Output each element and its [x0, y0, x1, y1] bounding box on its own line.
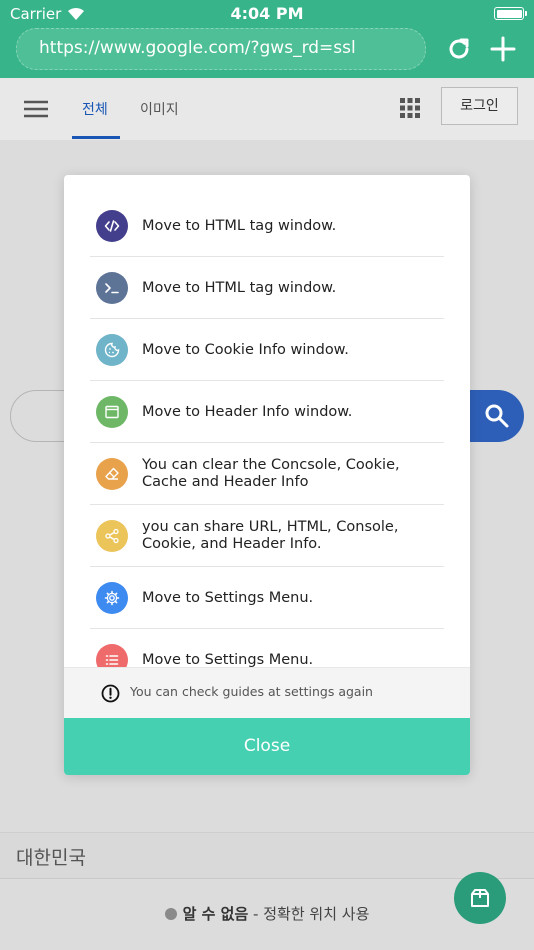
info-icon	[101, 684, 120, 703]
battery-icon	[494, 7, 527, 20]
browser-toolbar: https://www.google.com/?gws_rd=ssl	[0, 28, 534, 78]
list-icon	[96, 644, 128, 667]
tab-all[interactable]: 전체	[82, 99, 108, 119]
search-button[interactable]	[470, 390, 524, 442]
guide-item-share: you can share URL, HTML, Console, Cookie…	[90, 505, 444, 567]
window-icon	[96, 396, 128, 428]
guide-item-label: You can clear the Concsole, Cookie, Cach…	[142, 457, 400, 490]
location-dot-icon	[164, 908, 177, 920]
guide-item-label: Move to Settings Menu.	[142, 589, 314, 606]
terminal-icon	[96, 272, 128, 304]
guide-item-label: Move to Header Info window.	[142, 403, 353, 420]
eraser-icon	[96, 458, 128, 490]
use-precise-location-link[interactable]: 정확한 위치 사용	[263, 905, 369, 923]
guide-item-label: you can share URL, HTML, Console, Cookie…	[142, 519, 399, 552]
tools-fab-button[interactable]	[454, 872, 506, 924]
share-icon	[96, 520, 128, 552]
guide-dialog: Move to HTML tag window. Move to HTML ta…	[64, 175, 470, 775]
gear-icon	[96, 582, 128, 614]
reload-icon[interactable]	[446, 36, 472, 62]
guide-note: You can check guides at settings again	[64, 667, 470, 719]
guide-item-header: Move to Header Info window.	[90, 381, 444, 443]
clock: 4:04 PM	[230, 4, 304, 23]
guide-item-label: Move to Settings Menu.	[142, 651, 314, 668]
search-icon	[485, 404, 509, 428]
guide-item-settings-list: Move to Settings Menu.	[90, 629, 444, 667]
guide-note-text: You can check guides at settings again	[130, 684, 373, 699]
box-icon	[471, 889, 489, 907]
location-separator: -	[248, 905, 264, 923]
guide-item-label: Move to HTML tag window.	[142, 217, 337, 234]
apps-grid-icon[interactable]	[400, 98, 420, 118]
code-icon	[96, 210, 128, 242]
footer-country: 대한민국	[0, 832, 534, 878]
google-header: 전체 이미지 로그인	[0, 78, 534, 140]
login-button[interactable]: 로그인	[441, 87, 518, 125]
guide-list[interactable]: Move to HTML tag window. Move to HTML ta…	[90, 195, 444, 667]
cookie-icon	[96, 334, 128, 366]
guide-item-html-tag: Move to HTML tag window.	[90, 195, 444, 257]
guide-item-cookie: Move to Cookie Info window.	[90, 319, 444, 381]
guide-item-label: Move to HTML tag window.	[142, 279, 337, 296]
location-status: 알 수 없음	[182, 905, 249, 923]
add-tab-icon[interactable]	[490, 36, 516, 62]
url-field[interactable]: https://www.google.com/?gws_rd=ssl	[16, 28, 426, 70]
status-bar: Carrier 4:04 PM	[0, 0, 534, 28]
guide-item-settings: Move to Settings Menu.	[90, 567, 444, 629]
tab-active-indicator	[72, 136, 120, 139]
guide-item-clear: You can clear the Concsole, Cookie, Cach…	[90, 443, 444, 505]
guide-item-console: Move to HTML tag window.	[90, 257, 444, 319]
tab-images[interactable]: 이미지	[140, 99, 179, 119]
close-button[interactable]: Close	[64, 718, 470, 775]
hamburger-menu-icon[interactable]	[24, 100, 48, 118]
footer-location: 알 수 없음 - 정확한 위치 사용	[0, 878, 534, 950]
guide-item-label: Move to Cookie Info window.	[142, 341, 349, 358]
